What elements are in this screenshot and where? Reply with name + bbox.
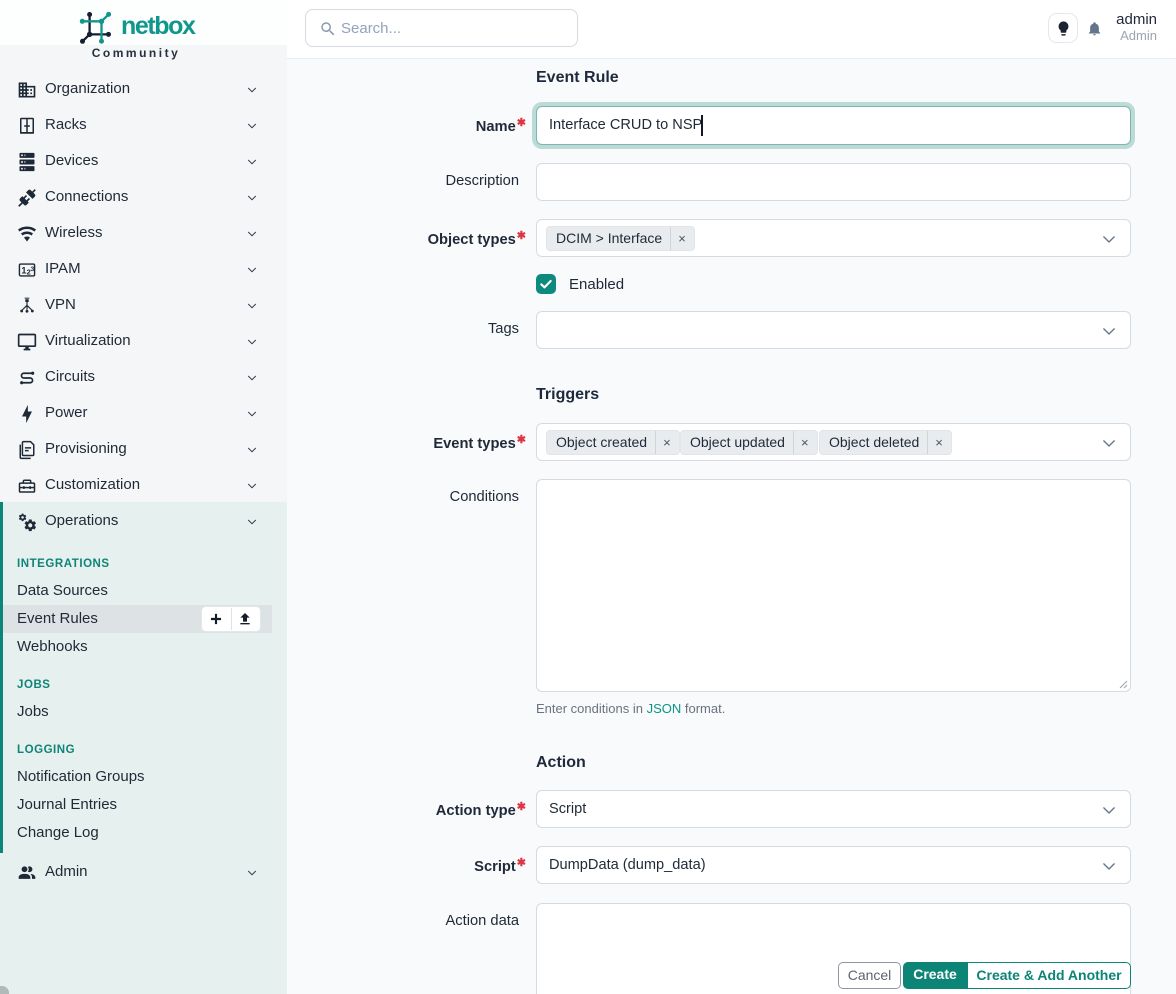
svg-text:1: 1 — [21, 266, 26, 276]
svg-text:3: 3 — [31, 266, 35, 273]
